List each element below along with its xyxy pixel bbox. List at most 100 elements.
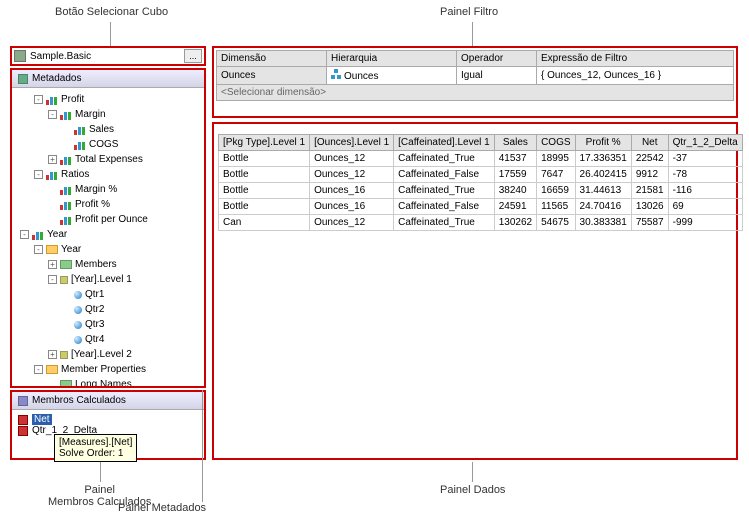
expand-toggle[interactable]: + xyxy=(48,350,57,359)
data-cell[interactable]: -78 xyxy=(668,167,742,183)
data-col-header[interactable]: [Caffeinated].Level 1 xyxy=(394,135,495,151)
tree-node[interactable]: -Year xyxy=(14,242,202,257)
data-cell[interactable]: Bottle xyxy=(219,183,310,199)
data-cell[interactable]: Caffeinated_False xyxy=(394,167,495,183)
tree-node[interactable]: -Member Properties xyxy=(14,362,202,377)
table-row[interactable]: BottleOunces_16Caffeinated_False24591115… xyxy=(219,199,743,215)
data-cell[interactable]: 26.402415 xyxy=(575,167,631,183)
data-col-header[interactable]: Qtr_1_2_Delta xyxy=(668,135,742,151)
data-cell[interactable]: 22542 xyxy=(631,151,668,167)
data-cell[interactable]: 38240 xyxy=(494,183,536,199)
cube-selector[interactable]: Sample.Basic ... xyxy=(12,48,204,64)
data-cell[interactable]: 7647 xyxy=(537,167,575,183)
filter-col-dim[interactable]: Dimensão xyxy=(217,51,327,67)
tree-node[interactable]: Long Names xyxy=(14,377,202,388)
tree-node[interactable]: Sales xyxy=(14,122,202,137)
data-col-header[interactable]: [Pkg Type].Level 1 xyxy=(219,135,310,151)
filter-row[interactable]: Ounces Ounces Igual { Ounces_12, Ounces_… xyxy=(217,67,734,85)
table-row[interactable]: CanOunces_12Caffeinated_True130262546753… xyxy=(219,215,743,231)
filter-cell-hier[interactable]: Ounces xyxy=(327,67,457,85)
expand-toggle[interactable]: - xyxy=(34,95,43,104)
data-cell[interactable]: Ounces_12 xyxy=(310,151,394,167)
data-cell[interactable]: 9912 xyxy=(631,167,668,183)
tree-node[interactable]: -Ratios xyxy=(14,167,202,182)
expand-toggle[interactable]: + xyxy=(48,155,57,164)
table-row[interactable]: BottleOunces_12Caffeinated_False17559764… xyxy=(219,167,743,183)
tree-node[interactable]: -[Year].Level 1 xyxy=(14,272,202,287)
data-cell[interactable]: Caffeinated_True xyxy=(394,183,495,199)
data-cell[interactable]: 75587 xyxy=(631,215,668,231)
tree-node[interactable]: -Year xyxy=(14,227,202,242)
table-row[interactable]: BottleOunces_12Caffeinated_True415371899… xyxy=(219,151,743,167)
cube-more-button[interactable]: ... xyxy=(184,49,202,63)
data-cell[interactable]: 11565 xyxy=(537,199,575,215)
data-cell[interactable]: Caffeinated_True xyxy=(394,215,495,231)
data-cell[interactable]: Caffeinated_False xyxy=(394,199,495,215)
data-cell[interactable]: Ounces_12 xyxy=(310,215,394,231)
data-cell[interactable]: 30.383381 xyxy=(575,215,631,231)
tree-node[interactable]: +Members xyxy=(14,257,202,272)
expand-toggle[interactable]: - xyxy=(34,170,43,179)
filter-cell-dim[interactable]: Ounces xyxy=(217,67,327,85)
data-cell[interactable]: Ounces_16 xyxy=(310,183,394,199)
data-cell[interactable]: Bottle xyxy=(219,167,310,183)
tree-node[interactable]: Profit per Ounce xyxy=(14,212,202,227)
expand-toggle[interactable]: - xyxy=(20,230,29,239)
filter-col-expr[interactable]: Expressão de Filtro xyxy=(537,51,734,67)
data-cell[interactable]: Ounces_16 xyxy=(310,199,394,215)
data-cell[interactable]: 18995 xyxy=(537,151,575,167)
data-cell[interactable]: Can xyxy=(219,215,310,231)
filter-col-hier[interactable]: Hierarquia xyxy=(327,51,457,67)
tree-node[interactable]: Margin % xyxy=(14,182,202,197)
tree-node[interactable]: Qtr2 xyxy=(14,302,202,317)
data-cell[interactable]: 13026 xyxy=(631,199,668,215)
data-cell[interactable]: 130262 xyxy=(494,215,536,231)
data-cell[interactable]: 21581 xyxy=(631,183,668,199)
data-cell[interactable]: 54675 xyxy=(537,215,575,231)
data-table: [Pkg Type].Level 1[Ounces].Level 1[Caffe… xyxy=(218,134,743,231)
data-cell[interactable]: 69 xyxy=(668,199,742,215)
tree-node[interactable]: COGS xyxy=(14,137,202,152)
tree-node[interactable]: Qtr4 xyxy=(14,332,202,347)
data-cell[interactable]: Caffeinated_True xyxy=(394,151,495,167)
data-col-header[interactable]: COGS xyxy=(537,135,575,151)
table-row[interactable]: BottleOunces_16Caffeinated_True382401665… xyxy=(219,183,743,199)
tree-node[interactable]: Qtr1 xyxy=(14,287,202,302)
filter-col-op[interactable]: Operador xyxy=(457,51,537,67)
connector xyxy=(110,22,111,46)
tree-node[interactable]: +Total Expenses xyxy=(14,152,202,167)
tree-node[interactable]: +[Year].Level 2 xyxy=(14,347,202,362)
expand-toggle[interactable]: - xyxy=(34,365,43,374)
data-cell[interactable]: Bottle xyxy=(219,199,310,215)
data-cell[interactable]: 17559 xyxy=(494,167,536,183)
data-cell[interactable]: Ounces_12 xyxy=(310,167,394,183)
metadata-tree[interactable]: -Profit-MarginSalesCOGS+Total Expenses-R… xyxy=(12,88,204,388)
data-cell[interactable]: 41537 xyxy=(494,151,536,167)
filter-cell-expr[interactable]: { Ounces_12, Ounces_16 } xyxy=(537,67,734,85)
data-cell[interactable]: -999 xyxy=(668,215,742,231)
data-cell[interactable]: -116 xyxy=(668,183,742,199)
data-cell[interactable]: -37 xyxy=(668,151,742,167)
tree-node[interactable]: Profit % xyxy=(14,197,202,212)
data-cell[interactable]: 17.336351 xyxy=(575,151,631,167)
filter-row[interactable]: <Selecionar dimensão> xyxy=(217,85,734,101)
data-cell[interactable]: 24.70416 xyxy=(575,199,631,215)
expand-toggle[interactable]: - xyxy=(34,245,43,254)
expand-toggle[interactable]: - xyxy=(48,275,57,284)
filter-cell-op[interactable]: Igual xyxy=(457,67,537,85)
data-col-header[interactable]: Sales xyxy=(494,135,536,151)
tree-node[interactable]: -Margin xyxy=(14,107,202,122)
tree-node[interactable]: -Profit xyxy=(14,92,202,107)
filter-placeholder[interactable]: <Selecionar dimensão> xyxy=(217,85,734,101)
expand-toggle[interactable]: + xyxy=(48,260,57,269)
data-cell[interactable]: 31.44613 xyxy=(575,183,631,199)
calc-item[interactable]: Net xyxy=(18,414,198,425)
data-cell[interactable]: 24591 xyxy=(494,199,536,215)
data-cell[interactable]: 16659 xyxy=(537,183,575,199)
tree-node[interactable]: Qtr3 xyxy=(14,317,202,332)
data-col-header[interactable]: Profit % xyxy=(575,135,631,151)
data-col-header[interactable]: [Ounces].Level 1 xyxy=(310,135,394,151)
data-col-header[interactable]: Net xyxy=(631,135,668,151)
expand-toggle[interactable]: - xyxy=(48,110,57,119)
data-cell[interactable]: Bottle xyxy=(219,151,310,167)
